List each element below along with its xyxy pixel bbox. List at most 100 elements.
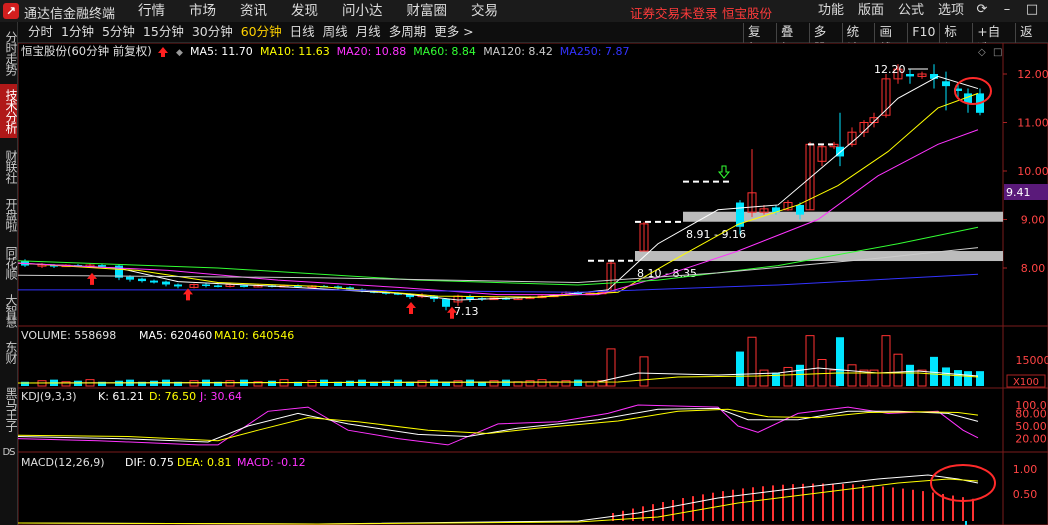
kdj-axis-label: 20.00 bbox=[1015, 433, 1047, 446]
ma-label-1: MA10: 11.63 bbox=[260, 45, 330, 58]
panel-option-icon: ◇ bbox=[978, 47, 986, 58]
candle-down bbox=[138, 278, 146, 282]
volume-ma5-label: MA5: 620460 bbox=[139, 329, 212, 342]
ma-label-5: MA250: 7.87 bbox=[560, 45, 630, 58]
volume-bar bbox=[382, 380, 390, 386]
minimize-icon[interactable]: – bbox=[1000, 3, 1014, 17]
macd-axis-label: 0.50 bbox=[1013, 488, 1038, 501]
period-toolbar: 分时1分钟5分钟15分钟30分钟60分钟日线周线月线多周期更多 > 复权叠加多股… bbox=[18, 22, 1048, 57]
price-band-lower bbox=[635, 251, 1003, 262]
volume-bar bbox=[836, 337, 844, 386]
kdj-k-label: K: 61.21 bbox=[98, 390, 144, 403]
macd-dea-label: DEA: 0.81 bbox=[177, 456, 231, 469]
volume-bar bbox=[502, 379, 510, 386]
menu-news[interactable]: 资讯 bbox=[240, 2, 267, 20]
nav-cls[interactable]: 财联社 bbox=[0, 146, 18, 186]
kdj-axis-label: 80.00 bbox=[1015, 407, 1047, 420]
app-logo-icon: ↗ bbox=[3, 3, 19, 19]
kline-chart-svg[interactable]: 12.0011.0010.009.008.008.91 - 9.168.10 -… bbox=[18, 43, 1048, 525]
period-tab-4[interactable]: 30分钟 bbox=[192, 24, 233, 40]
volume-ma10-label: MA10: 640546 bbox=[214, 329, 294, 342]
ma-label-2: MA20: 10.88 bbox=[337, 45, 407, 58]
menu-wealth[interactable]: 财富圈 bbox=[407, 2, 448, 20]
menu-formula[interactable]: 公式 bbox=[898, 2, 924, 20]
menu-discover[interactable]: 发现 bbox=[291, 2, 318, 20]
candle-down bbox=[240, 285, 248, 287]
candle-down bbox=[442, 299, 450, 307]
indicator-icon: ◆ bbox=[176, 48, 183, 58]
price-axis-label: 12.00 bbox=[1017, 68, 1048, 81]
nav-dzh[interactable]: 大智慧 bbox=[0, 290, 18, 330]
menu-market[interactable]: 市场 bbox=[189, 2, 216, 20]
current-price-label: 9.41 bbox=[1006, 186, 1031, 199]
window-buttons: ⟳ – □ ✕ bbox=[975, 3, 1048, 17]
menu-layout[interactable]: 版面 bbox=[858, 2, 884, 20]
macd-value-label: MACD: -0.12 bbox=[237, 456, 306, 469]
candle-down bbox=[202, 284, 210, 286]
period-tab-10[interactable]: 更多 > bbox=[434, 24, 473, 40]
period-tab-5[interactable]: 60分钟 bbox=[241, 24, 282, 40]
ma-label-0: MA5: 11.70 bbox=[190, 45, 253, 58]
menu-trade[interactable]: 交易 bbox=[471, 2, 498, 20]
nav-heima[interactable]: 黑马王子 bbox=[0, 382, 18, 436]
volume-bar bbox=[736, 351, 744, 386]
candle-down bbox=[906, 74, 914, 77]
maximize-icon[interactable]: □ bbox=[1025, 3, 1039, 17]
volume-bar bbox=[954, 370, 962, 386]
menu-quotes[interactable]: 行情 bbox=[138, 2, 165, 20]
volume-bar bbox=[964, 371, 972, 386]
period-tab-6[interactable]: 日线 bbox=[290, 24, 315, 40]
menu-function[interactable]: 功能 bbox=[818, 2, 844, 20]
chart-area[interactable]: 12.00 11.00 10.00 9.00 8.00 8.91 - 9.16 8.10 -… bbox=[18, 43, 1048, 525]
kdj-axis-label: 50.00 bbox=[1015, 420, 1047, 433]
volume-bar bbox=[430, 379, 438, 386]
kdj-j-label: J: 30.64 bbox=[199, 390, 242, 403]
nav-timeshare[interactable]: 分时走势 bbox=[0, 26, 18, 80]
candle-down bbox=[796, 204, 804, 215]
panel-close-icon: □ bbox=[993, 47, 1002, 58]
candle-down bbox=[150, 280, 158, 283]
period-tab-8[interactable]: 月线 bbox=[356, 24, 381, 40]
volume-bar bbox=[466, 379, 474, 386]
macd-label: MACD(12,26,9) bbox=[21, 456, 105, 469]
volume-bar bbox=[115, 380, 123, 386]
period-tab-3[interactable]: 15分钟 bbox=[143, 24, 184, 40]
volume-bar bbox=[796, 364, 804, 386]
nav-eastmoney[interactable]: 东财 bbox=[0, 338, 18, 366]
volume-bar bbox=[346, 380, 354, 386]
nav-ths[interactable]: 同花顺 bbox=[0, 242, 18, 282]
title-bar: ↗ 通达信金融终端 行情 市场 资讯 发现 问小达 财富圈 交易 证券交易未登录… bbox=[0, 0, 1048, 23]
volume-unit-label: X100 bbox=[1013, 377, 1039, 388]
volume-bar bbox=[942, 367, 950, 386]
nav-kaipanla[interactable]: 开盘啦 bbox=[0, 194, 18, 234]
nav-ds[interactable]: DS bbox=[0, 446, 17, 468]
menu-options[interactable]: 选项 bbox=[938, 2, 964, 20]
candle-down bbox=[162, 281, 170, 285]
nav-technical[interactable]: 技术分析 bbox=[0, 84, 18, 138]
period-tab-1[interactable]: 1分钟 bbox=[61, 24, 94, 40]
volume-bar bbox=[268, 380, 276, 386]
volume-bar bbox=[906, 364, 914, 386]
macd-dif-label: DIF: 0.75 bbox=[125, 456, 174, 469]
menu-ask[interactable]: 问小达 bbox=[342, 2, 383, 20]
app-name: 通达信金融终端 bbox=[24, 7, 116, 22]
period-tab-7[interactable]: 周线 bbox=[323, 24, 348, 40]
high-price-label: 12.20 bbox=[874, 63, 906, 76]
login-notice[interactable]: 证券交易未登录 bbox=[630, 3, 718, 22]
period-tab-2[interactable]: 5分钟 bbox=[102, 24, 135, 40]
volume-axis-label: 15000 bbox=[1016, 354, 1048, 367]
ma-label-4: MA120: 8.42 bbox=[483, 45, 553, 58]
period-tab-0[interactable]: 分时 bbox=[28, 24, 53, 40]
stock-name: 恒宝股份 bbox=[722, 6, 773, 21]
volume-bar bbox=[21, 381, 29, 386]
volume-bar bbox=[574, 379, 582, 386]
volume-bar bbox=[976, 371, 984, 386]
price-axis-label: 11.00 bbox=[1017, 117, 1048, 130]
band-upper-label: 8.91 - 9.16 bbox=[686, 228, 746, 241]
app-window: ↗ 通达信金融终端 行情 市场 资讯 发现 问小达 财富圈 交易 证券交易未登录… bbox=[0, 0, 1048, 525]
candle-down bbox=[942, 81, 950, 87]
candle-down bbox=[98, 265, 106, 267]
period-tab-9[interactable]: 多周期 bbox=[389, 24, 427, 40]
refresh-icon[interactable]: ⟳ bbox=[975, 3, 989, 17]
volume-label: VOLUME: 558698 bbox=[21, 329, 116, 342]
